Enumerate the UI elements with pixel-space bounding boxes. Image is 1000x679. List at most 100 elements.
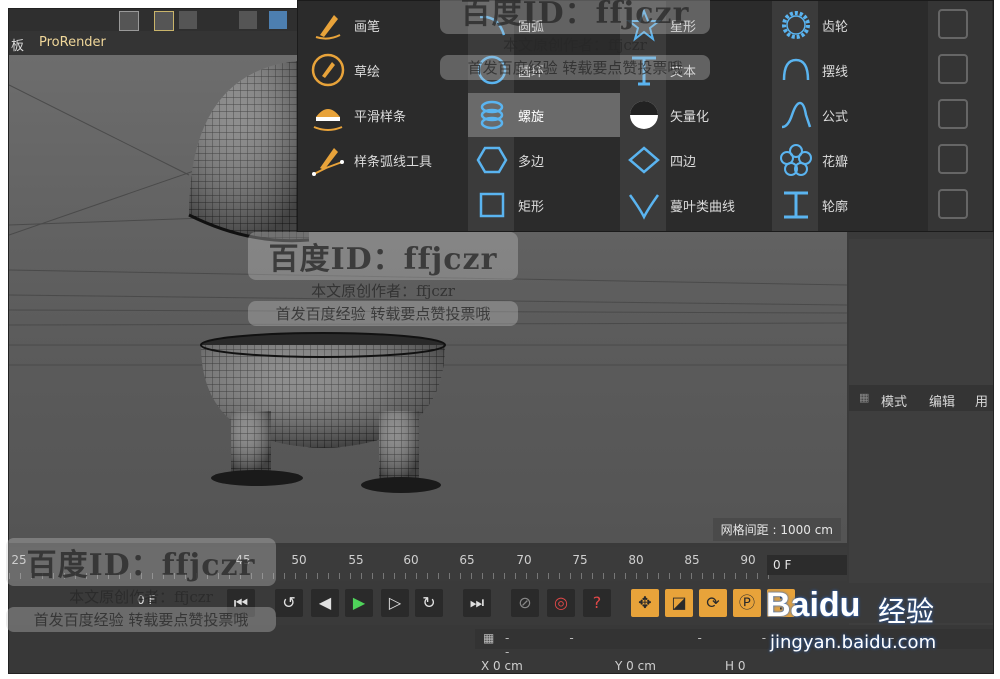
menu-item-label: 样条弧线工具 <box>354 155 433 170</box>
menu-item-label: 草绘 <box>354 65 381 80</box>
baidu-url: jingyan.baidu.com <box>770 632 937 653</box>
extra-spline-icon[interactable] <box>938 9 968 39</box>
upper-hemisphere <box>188 60 310 243</box>
coord-h-field[interactable]: H 0 <box>725 659 745 673</box>
sketch-icon <box>311 53 345 87</box>
watermark-id: 百度ID：ffjczr <box>6 538 276 586</box>
menu-item-label: 花瓣 <box>822 155 849 170</box>
menu-item-helix[interactable]: 螺旋 <box>468 93 620 137</box>
tab-mode[interactable]: 模式 <box>881 391 907 410</box>
baidu-jingyan-logo: Baidu 经验 jingyan.baidu.com <box>766 580 986 660</box>
menu-item-sketch[interactable]: 草绘 <box>304 48 454 92</box>
go-to-end-icon[interactable]: ⏭ <box>463 589 491 617</box>
toolbar-icon[interactable] <box>269 11 287 29</box>
menu-item-cissoid[interactable]: 蔓叶类曲线 <box>620 183 770 227</box>
menu-item-formula[interactable]: 公式 <box>772 93 922 137</box>
menu-item-label: 公式 <box>822 110 849 125</box>
menu-item-label: 轮廓 <box>822 200 849 215</box>
formula-icon <box>781 101 812 129</box>
coord-y-field[interactable]: Y 0 cm <box>615 659 656 673</box>
toolbar-icon[interactable] <box>119 11 139 31</box>
menu-item-label: 矩形 <box>518 200 545 215</box>
extra-spline-icon[interactable] <box>938 189 968 219</box>
param-key-icon[interactable]: Ⓟ <box>733 589 761 617</box>
menu-item-rectangle[interactable]: 矩形 <box>468 183 618 227</box>
menu-item-label: 多边 <box>518 155 545 170</box>
record-disabled-icon[interactable]: ⊘ <box>511 589 539 617</box>
panel-grip-icon[interactable]: ▦ <box>483 631 494 645</box>
current-frame-field[interactable]: 0 F <box>767 555 847 575</box>
menu-item-label: 矢量化 <box>670 110 710 125</box>
menu-item-label: 摆线 <box>822 65 849 80</box>
play-icon[interactable]: ▶ <box>345 589 373 617</box>
tab-edit[interactable]: 编辑 <box>929 391 955 410</box>
watermark-author: 本文原创作者：ffjczr <box>69 588 213 606</box>
toolbar-icon[interactable] <box>154 11 174 31</box>
rotate-key-icon[interactable]: ⟳ <box>699 589 727 617</box>
autokey-icon[interactable]: ◎ <box>547 589 575 617</box>
panel-grip-icon[interactable]: ▦ <box>859 391 869 404</box>
menu-item-label: 画笔 <box>354 20 381 35</box>
timeline-tick: 65 <box>459 553 475 567</box>
watermark: 百度ID：ffjczr 本文原创作者：ffjczr 首发百度经验 转载要点赞投票… <box>6 538 276 632</box>
tab-user[interactable]: 用 <box>975 391 988 410</box>
watermark-id: 百度ID：ffjczr <box>440 0 710 34</box>
watermark: 百度ID：ffjczr 本文原创作者：ffjczr 首发百度经验 转载要点赞投票… <box>440 0 710 80</box>
gear-icon <box>782 11 810 39</box>
move-key-icon[interactable]: ✥ <box>631 589 659 617</box>
menu-item-diamond[interactable]: 四边 <box>620 138 770 182</box>
flower-icon <box>780 144 812 176</box>
grid-spacing-readout: 网格间距 : 1000 cm <box>712 518 841 541</box>
menu-item-gear[interactable]: 齿轮 <box>772 3 922 47</box>
watermark-note: 首发百度经验 转载要点赞投票哦 <box>440 55 710 80</box>
extra-spline-icon[interactable] <box>938 99 968 129</box>
watermark-author: 本文原创作者：ffjczr <box>311 282 455 300</box>
keyframe-help-icon[interactable]: ? <box>583 589 611 617</box>
menu-item-pen[interactable]: 画笔 <box>304 3 454 47</box>
timeline-tick: 75 <box>572 553 588 567</box>
timeline-tick: 85 <box>684 553 700 567</box>
watermark-note: 首发百度经验 转载要点赞投票哦 <box>6 607 276 632</box>
menu-item-spline-arc[interactable]: 样条弧线工具 <box>304 138 454 182</box>
smooth-spline-icon <box>313 109 343 131</box>
coord-x-field[interactable]: X 0 cm <box>481 659 523 673</box>
cycloid-icon <box>782 58 810 81</box>
menu-item-fragment[interactable]: 板 <box>11 35 24 54</box>
cissoid-icon <box>628 194 660 220</box>
watermark-note: 首发百度经验 转载要点赞投票哦 <box>248 301 518 326</box>
timeline-tick: 80 <box>628 553 644 567</box>
menu-item-profile[interactable]: 轮廓 <box>772 183 922 227</box>
menu-item-vectorize[interactable]: 矢量化 <box>620 93 770 137</box>
toolbar-icon[interactable] <box>239 11 257 29</box>
timeline-tick: 50 <box>291 553 307 567</box>
watermark-id: 百度ID：ffjczr <box>248 232 518 280</box>
baidu-jingyan: 经验 <box>878 595 935 628</box>
step-forward-icon[interactable]: ▷ <box>381 589 409 617</box>
timeline-tick: 60 <box>403 553 419 567</box>
menu-item-flower[interactable]: 花瓣 <box>772 138 922 182</box>
vectorize-icon <box>630 101 658 129</box>
pen-icon <box>315 15 341 40</box>
menu-item-label: 齿轮 <box>822 20 849 35</box>
menu-item-smooth-spline[interactable]: 平滑样条 <box>304 93 454 137</box>
scale-key-icon[interactable]: ◪ <box>665 589 693 617</box>
next-key-icon[interactable]: ↻ <box>415 589 443 617</box>
menu-item-prorender[interactable]: ProRender <box>39 35 106 50</box>
step-back-icon[interactable]: ◀ <box>311 589 339 617</box>
menu-item-label: 螺旋 <box>518 110 545 125</box>
extra-spline-icon[interactable] <box>938 144 968 174</box>
icon-band <box>928 1 992 231</box>
menu-item-label: 四边 <box>670 155 697 170</box>
menu-item-polygon[interactable]: 多边 <box>468 138 618 182</box>
baidu-brand: Baidu <box>766 586 861 624</box>
polygon-icon <box>476 146 508 174</box>
helix-icon <box>480 100 504 130</box>
toolbar-icon[interactable] <box>179 11 197 29</box>
extra-spline-icon[interactable] <box>938 54 968 84</box>
prev-key-icon[interactable]: ↺ <box>275 589 303 617</box>
spline-arc-icon <box>312 148 344 176</box>
profile-icon <box>784 191 808 219</box>
watermark-author: 本文原创作者：ffjczr <box>503 36 647 54</box>
diamond-icon <box>628 146 660 174</box>
menu-item-cycloid[interactable]: 摆线 <box>772 48 922 92</box>
